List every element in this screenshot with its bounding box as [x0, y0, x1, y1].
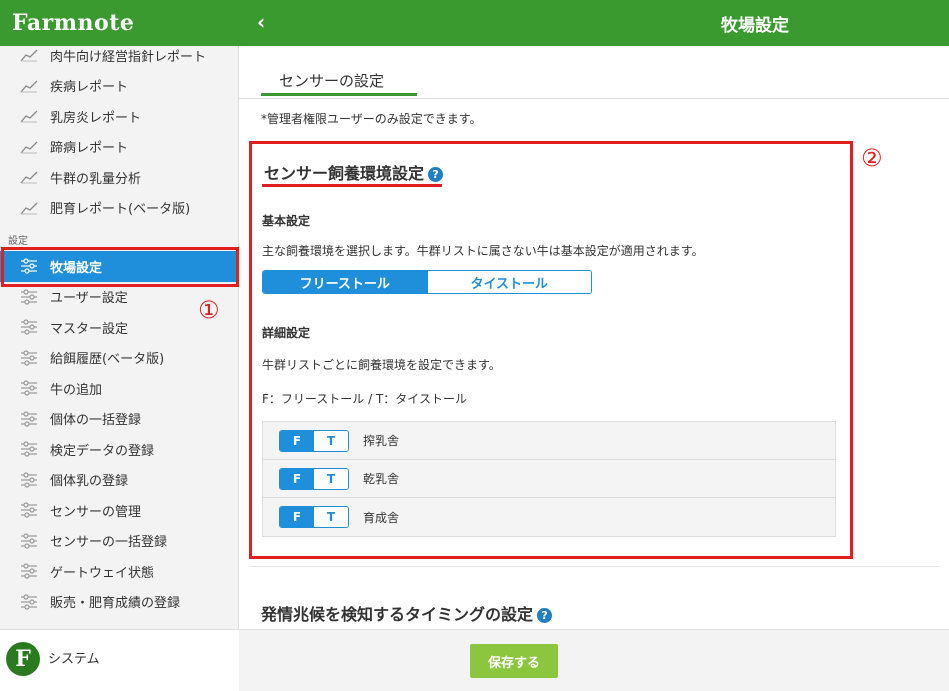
admin-note: *管理者権限ユーザーのみ設定できます。 [261, 112, 482, 126]
sidebar-item-label: マスター設定 [50, 321, 129, 337]
list-item: F T 乾乳舎 [263, 460, 835, 498]
environment-toggle: フリーストール タイストール [262, 270, 592, 294]
sidebar-item-milk-analysis[interactable]: 牛群の乳量分析 [0, 162, 239, 193]
list-item: F T 育成舎 [263, 498, 835, 536]
chart-icon [18, 107, 40, 125]
pen-name: 育成舎 [363, 510, 400, 525]
t-option[interactable]: T [314, 468, 348, 489]
annotation-number-1: ① [198, 296, 220, 324]
section-title-text: センサー飼養環境設定 [264, 164, 425, 183]
ft-toggle: F T [279, 506, 349, 528]
sidebar-item-label: ユーザー設定 [50, 291, 128, 307]
tab-sensor-settings[interactable]: センサーの設定 [261, 62, 417, 96]
chart-icon [18, 77, 40, 95]
sidebar-item-label: 蹄病レポート [50, 141, 129, 157]
sliders-icon [18, 562, 40, 580]
list-item: F T 搾乳舎 [263, 422, 835, 460]
annotation-highlight-1 [1, 247, 239, 287]
sidebar-item-sensor-bulk[interactable]: センサーの一括登録 [0, 526, 239, 557]
page-title: 牧場設定 [721, 16, 789, 36]
sidebar-item-mastitis-report[interactable]: 乳房炎レポート [0, 101, 239, 132]
f-option[interactable]: F [280, 507, 314, 527]
sliders-icon [18, 593, 40, 611]
sidebar-item-label: 牛群の乳量分析 [50, 171, 142, 187]
sidebar-item-label: 個体の一括登録 [50, 413, 142, 429]
estrus-timing-title: 発情兆候を検知するタイミングの設定? [261, 601, 553, 625]
sensor-environment-section: センサー飼養環境設定? 基本設定 主な飼養環境を選択します。牛群リストに属さない… [249, 141, 853, 559]
annotation-underline [262, 184, 442, 187]
free-stall-option[interactable]: フリーストール [263, 271, 427, 293]
sidebar-item-label: 個体乳の登録 [50, 474, 129, 490]
t-option[interactable]: T [314, 430, 348, 451]
annotation-number-2: ② [861, 144, 883, 172]
section-divider [249, 566, 939, 567]
chart-icon [18, 199, 40, 217]
sidebar-item-individual-milk[interactable]: 個体乳の登録 [0, 465, 239, 496]
sliders-icon [18, 471, 40, 489]
sliders-icon [18, 318, 40, 336]
sidebar-item-add-cow[interactable]: 牛の追加 [0, 373, 239, 404]
sidebar-item-label: 疾病レポート [50, 80, 129, 96]
header: ‹ 牧場設定 [239, 0, 949, 46]
sidebar-item-disease-report[interactable]: 疾病レポート [0, 71, 239, 102]
sliders-icon [18, 410, 40, 428]
sliders-icon [18, 440, 40, 458]
section-title: センサー飼養環境設定? [264, 160, 444, 184]
sliders-icon [18, 379, 40, 397]
pen-name: 搾乳舎 [363, 434, 400, 448]
help-icon[interactable]: ? [537, 608, 553, 623]
sidebar-item-label: 肉牛向け経営指針レポート [50, 49, 207, 65]
f-option[interactable]: F [280, 468, 314, 489]
sidebar-item-hoof-report[interactable]: 蹄病レポート [0, 132, 239, 163]
pen-name: 乾乳舎 [363, 472, 400, 486]
system-label: システム [48, 652, 100, 667]
sidebar-item-fattening-report[interactable]: 肥育レポート(ベータ版) [0, 193, 239, 224]
sidebar-item-feeding-history[interactable]: 給餌履歴(ベータ版) [0, 343, 239, 374]
logo-bar: Farmnote [0, 0, 239, 46]
sidebar-item-label: 乳房炎レポート [50, 110, 142, 126]
sidebar-item-label: 販売・肥育成績の登録 [50, 596, 181, 612]
ft-toggle: F T [279, 467, 349, 490]
sliders-icon [18, 288, 40, 306]
sidebar-item-label: センサーの一括登録 [50, 535, 168, 551]
basic-settings-heading: 基本設定 [262, 214, 311, 228]
basic-settings-description: 主な飼養環境を選択します。牛群リストに属さない牛は基本設定が適用されます。 [262, 244, 704, 258]
sidebar: 肉牛向け経営指針レポート 疾病レポート 乳房炎レポート 蹄病レポート 牛群の乳量… [0, 0, 239, 691]
sidebar-item-label: 給餌履歴(ベータ版) [50, 352, 165, 368]
sidebar-item-sales-results[interactable]: 販売・肥育成績の登録 [0, 587, 239, 618]
app-logo: Farmnote [12, 10, 135, 36]
tab-divider [239, 98, 949, 99]
sliders-icon [18, 501, 40, 519]
ft-toggle: F T [279, 429, 349, 452]
sidebar-list: 肉牛向け経営指針レポート 疾病レポート 乳房炎レポート 蹄病レポート 牛群の乳量… [0, 40, 239, 617]
sidebar-item-label: 肥育レポート(ベータ版) [50, 202, 191, 218]
farmnote-logo-icon: F [6, 642, 40, 676]
detail-settings-heading: 詳細設定 [262, 326, 311, 340]
sidebar-item-label: センサーの管理 [50, 504, 142, 520]
ft-legend: F：フリーストール / T：タイストール [262, 392, 467, 406]
chart-icon [18, 46, 40, 64]
system-menu[interactable]: F システム [0, 629, 239, 691]
sliders-icon [18, 532, 40, 550]
pen-list: F T 搾乳舎 F T 乾乳舎 F T 育成舎 [262, 421, 836, 537]
detail-settings-description: 牛群リストごとに飼養環境を設定できます。 [262, 358, 501, 372]
sidebar-item-label: 検定データの登録 [50, 443, 155, 459]
save-button[interactable]: 保存する [470, 644, 558, 678]
chart-icon [18, 138, 40, 156]
sidebar-item-test-data[interactable]: 検定データの登録 [0, 434, 239, 465]
estrus-timing-title-text: 発情兆候を検知するタイミングの設定 [261, 605, 534, 624]
footer-bar: 保存する [239, 629, 949, 691]
sidebar-item-bulk-register[interactable]: 個体の一括登録 [0, 404, 239, 435]
help-icon[interactable]: ? [428, 167, 444, 182]
sliders-icon [18, 349, 40, 367]
sidebar-item-label: ゲートウェイ状態 [50, 565, 155, 581]
f-option[interactable]: F [280, 430, 314, 451]
t-option[interactable]: T [314, 507, 348, 527]
tie-stall-option[interactable]: タイストール [426, 271, 591, 293]
sidebar-item-gateway-status[interactable]: ゲートウェイ状態 [0, 556, 239, 587]
sidebar-item-label: 牛の追加 [50, 382, 103, 398]
chart-icon [18, 168, 40, 186]
main-content: センサーの設定 *管理者権限ユーザーのみ設定できます。 センサー飼養環境設定? … [239, 46, 949, 691]
sidebar-item-sensor-management[interactable]: センサーの管理 [0, 495, 239, 526]
